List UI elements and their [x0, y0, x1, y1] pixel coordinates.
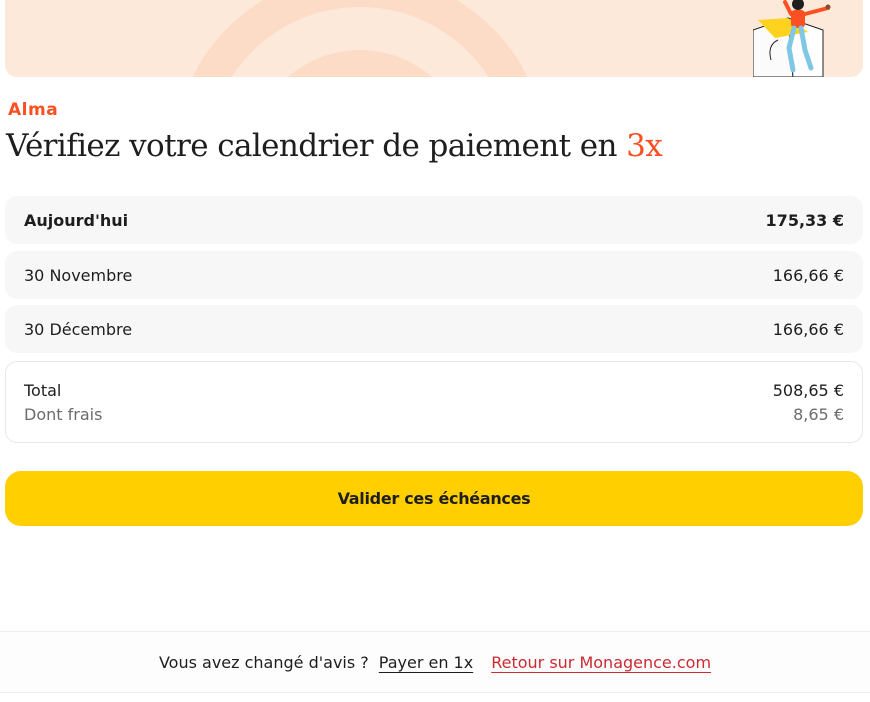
installment-date: 30 Novembre: [24, 265, 133, 285]
changed-mind-text: Vous avez changé d'avis ?: [158, 652, 369, 672]
return-to-merchant-link[interactable]: Retour sur Monagence.com: [491, 653, 711, 672]
person-illustration: [753, 0, 831, 77]
installment-amount: 166,66 €: [772, 319, 844, 339]
alma-logo: Alma: [8, 100, 59, 120]
installment-row-2: 30 Novembre 166,66 €: [5, 251, 863, 299]
total-line: Total 508,65 €: [24, 379, 844, 403]
pay-once-link[interactable]: Payer en 1x: [379, 653, 473, 672]
header-banner: [5, 0, 863, 77]
fees-label: Dont frais: [24, 405, 103, 424]
page-title: Vérifiez votre calendrier de paiement en…: [6, 128, 663, 164]
total-summary: Total 508,65 € Dont frais 8,65 €: [5, 361, 863, 443]
installment-row-3: 30 Décembre 166,66 €: [5, 305, 863, 353]
total-value: 508,65 €: [772, 381, 844, 400]
title-prefix: Vérifiez votre calendrier de paiement en: [6, 128, 627, 164]
banner-arcs: [192, 0, 528, 77]
validate-installments-button[interactable]: Valider ces échéances: [5, 471, 863, 526]
installment-date: 30 Décembre: [24, 319, 133, 339]
installment-amount: 175,33 €: [765, 210, 844, 230]
total-label: Total: [24, 381, 62, 400]
footer: Vous avez changé d'avis ? Payer en 1x Re…: [0, 631, 870, 693]
installment-amount: 166,66 €: [772, 265, 844, 285]
installment-row-today: Aujourd'hui 175,33 €: [5, 196, 863, 244]
fees-line: Dont frais 8,65 €: [24, 403, 844, 427]
installments-count: 3x: [626, 128, 663, 164]
fees-value: 8,65 €: [793, 405, 844, 424]
installment-date: Aujourd'hui: [24, 210, 129, 230]
